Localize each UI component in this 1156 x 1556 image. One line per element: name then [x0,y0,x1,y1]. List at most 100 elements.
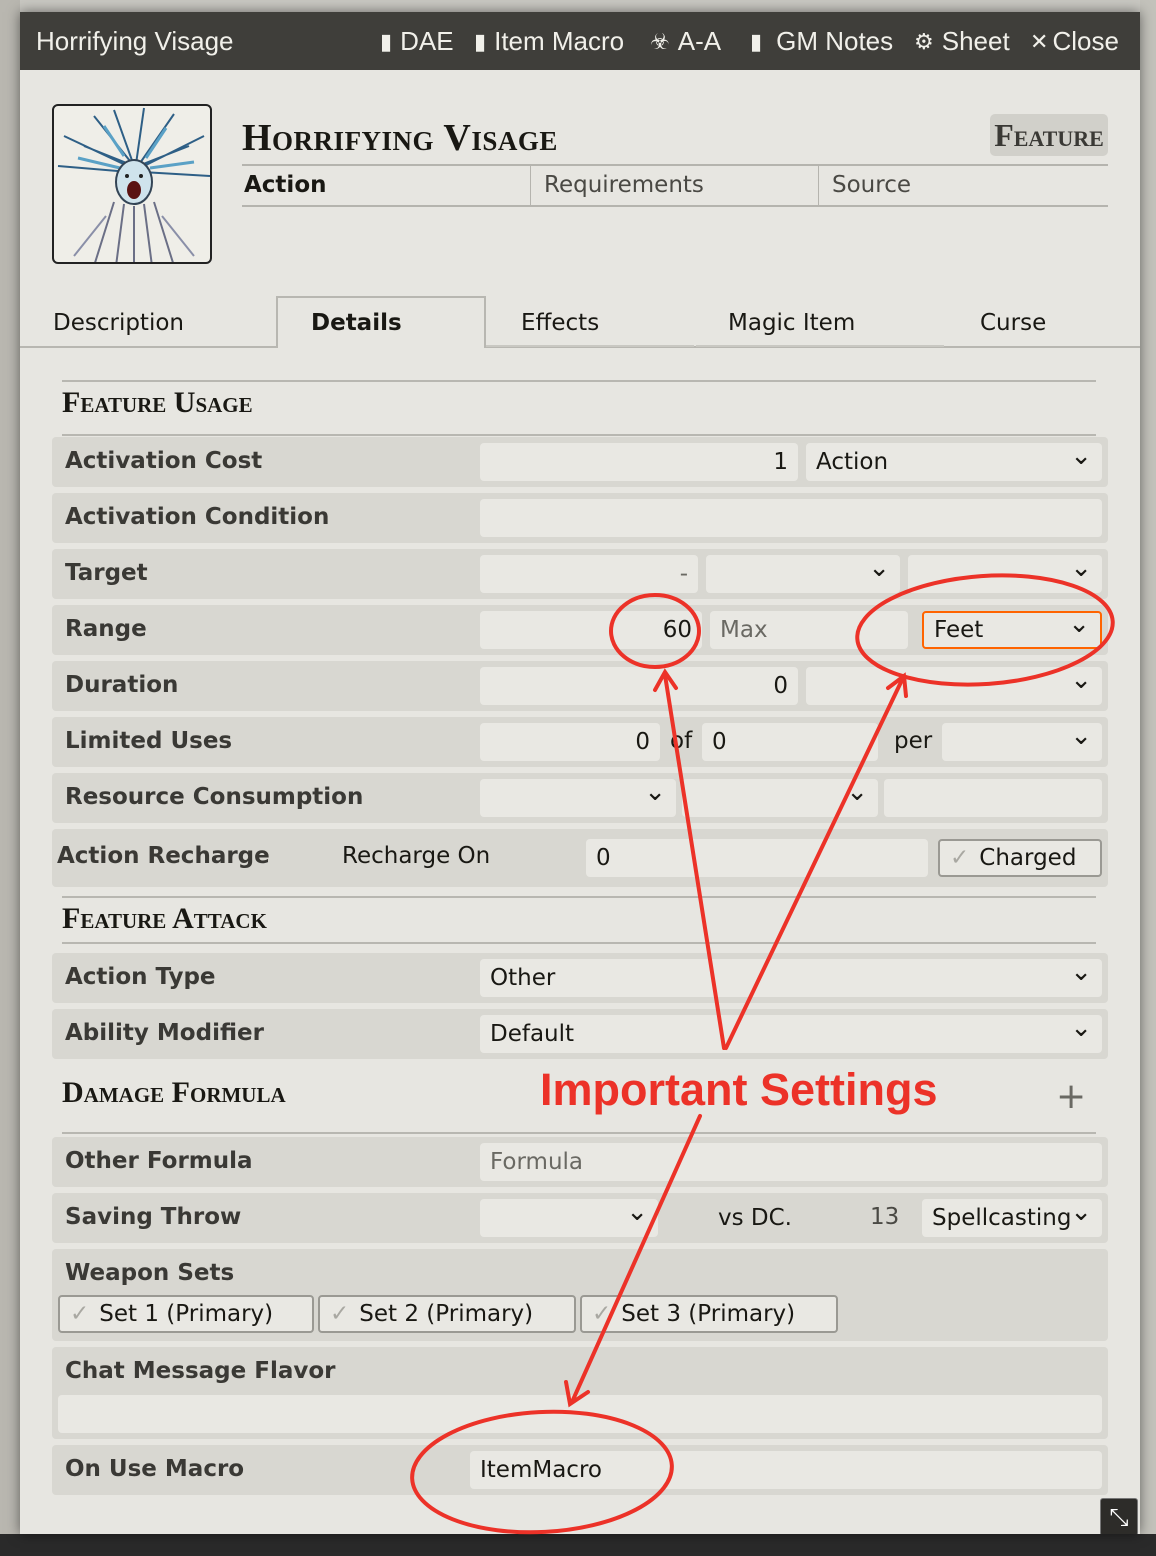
source-field[interactable]: Source [832,172,911,198]
vs-dc-text: vs DC. [718,1205,792,1231]
item-macro-button[interactable]: ▮ Item Macro [474,26,624,57]
gm-notes-label: GM Notes [776,26,894,56]
chat-flavor-row: Chat Message Flavor [52,1347,1108,1439]
activation-type-select[interactable]: Action [806,437,1102,481]
range-units-select[interactable]: Feet [922,607,1102,649]
close-icon: ✕ [1030,28,1049,54]
tab-underline [486,345,694,347]
weapon-set-1-checkbox[interactable]: ✓ Set 1 (Primary) [58,1295,314,1333]
check-icon: ✓ [70,1301,90,1327]
canvas-background [0,0,20,1556]
resource-target-select[interactable] [682,773,878,817]
target-units-select[interactable] [706,549,900,593]
weapon-set-label: Set 3 (Primary) [621,1301,796,1327]
add-damage-button[interactable]: + [1056,1076,1086,1117]
gear-icon: ⚙ [914,28,934,54]
header-separator [818,166,819,206]
activation-cost-input[interactable]: 1 [480,443,798,481]
hotbar-strip [0,1534,1156,1556]
item-macro-label: Item Macro [494,26,625,56]
dae-label: DAE [400,26,454,56]
annotation-label: Important Settings [540,1064,938,1115]
item-type-badge: Feature [990,114,1108,156]
window-titlebar[interactable]: Horrifying Visage ▮ DAE ▮ Item Macro ☣ A… [20,12,1140,70]
tab-effects[interactable]: Effects [521,310,599,336]
weapon-set-2-checkbox[interactable]: ✓ Set 2 (Primary) [318,1295,576,1333]
ability-modifier-select[interactable]: Default [480,1009,1102,1053]
chat-flavor-input[interactable] [58,1395,1102,1433]
range-max-input[interactable]: Max [710,611,908,649]
section-rule [62,380,1096,382]
check-icon: ✓ [592,1301,612,1327]
file-icon: ▮ [474,28,487,54]
target-type-select[interactable] [908,549,1102,593]
activation-summary: Action [244,172,327,198]
item-name[interactable]: Horrifying Visage [242,116,558,160]
target-value-input[interactable]: - [480,555,698,593]
weapon-set-3-checkbox[interactable]: ✓ Set 3 (Primary) [580,1295,838,1333]
activation-condition-input[interactable] [480,499,1102,537]
tab-description[interactable]: Description [53,310,184,336]
uses-period-select[interactable] [942,717,1102,761]
close-label: Close [1052,26,1119,56]
ability-modifier-label: Ability Modifier [65,1020,264,1046]
feature-usage-heading: Feature Usage [62,386,253,419]
tab-curse[interactable]: Curse [980,310,1046,336]
other-formula-label: Other Formula [65,1148,253,1174]
item-portrait[interactable] [52,104,212,264]
resource-consumption-row: Resource Consumption [52,773,1108,823]
other-formula-input[interactable]: Formula [480,1143,1102,1181]
gm-notes-button[interactable]: ▮ GM Notes [750,26,893,57]
dc-scaling-select[interactable]: Spellcasting [922,1193,1102,1237]
section-rule [62,896,1096,898]
sheet-button[interactable]: ⚙ Sheet [914,26,1010,57]
saving-throw-ability-select[interactable] [480,1193,658,1237]
activation-condition-row: Activation Condition [52,493,1108,543]
weapon-sets-label: Weapon Sets [65,1260,235,1286]
a-a-label: A-A [677,26,722,56]
range-row: Range 60 Max Feet [52,605,1108,655]
chat-flavor-label: Chat Message Flavor [65,1358,336,1384]
feature-attack-heading: Feature Attack [62,902,267,935]
on-use-macro-input[interactable]: ItemMacro [470,1451,1102,1489]
range-value-input[interactable]: 60 [480,611,702,649]
duration-label: Duration [65,672,179,698]
ability-modifier-row: Ability Modifier Default [52,1009,1108,1059]
header-separator [530,166,531,206]
uses-of-text: of [670,728,693,754]
resource-consumption-label: Resource Consumption [65,784,364,810]
tab-magic-item[interactable]: Magic Item [728,310,855,336]
sheet-label: Sheet [941,26,1010,56]
damage-formula-heading: Damage Formula [62,1076,286,1109]
target-label: Target [65,560,148,586]
on-use-macro-row: On Use Macro ItemMacro [52,1445,1108,1495]
close-button[interactable]: ✕ Close [1030,26,1119,57]
resource-type-select[interactable] [480,773,676,817]
charged-checkbox[interactable]: ✓ Charged [938,839,1102,877]
header-divider [242,205,1108,207]
uses-value-input[interactable]: 0 [480,723,660,761]
uses-max-input[interactable]: 0 [702,723,878,761]
duration-units-select[interactable] [806,661,1102,705]
screaming-figure-image [57,107,210,262]
resource-amount-input[interactable] [884,779,1102,817]
charged-label: Charged [979,845,1077,871]
canvas-background [1140,0,1156,1556]
on-use-macro-label: On Use Macro [65,1456,245,1482]
action-type-row: Action Type Other [52,953,1108,1003]
uses-per-text: per [894,728,933,754]
action-recharge-label: Action Recharge [57,843,270,869]
a-a-button[interactable]: ☣ A-A [650,26,721,57]
resize-handle[interactable]: ⤡ [1100,1498,1138,1534]
duration-value-input[interactable]: 0 [480,667,798,705]
requirements-field[interactable]: Requirements [544,172,704,198]
tab-details[interactable]: Details [311,310,402,336]
target-row: Target - [52,549,1108,599]
recharge-value-input[interactable]: 0 [586,839,928,877]
window-title: Horrifying Visage [36,26,234,56]
action-type-select[interactable]: Other [480,953,1102,997]
check-icon: ✓ [950,845,970,871]
other-formula-row: Other Formula Formula [52,1137,1108,1187]
activation-cost-row: Activation Cost 1 Action [52,437,1108,487]
dae-button[interactable]: ▮ DAE [380,26,454,57]
